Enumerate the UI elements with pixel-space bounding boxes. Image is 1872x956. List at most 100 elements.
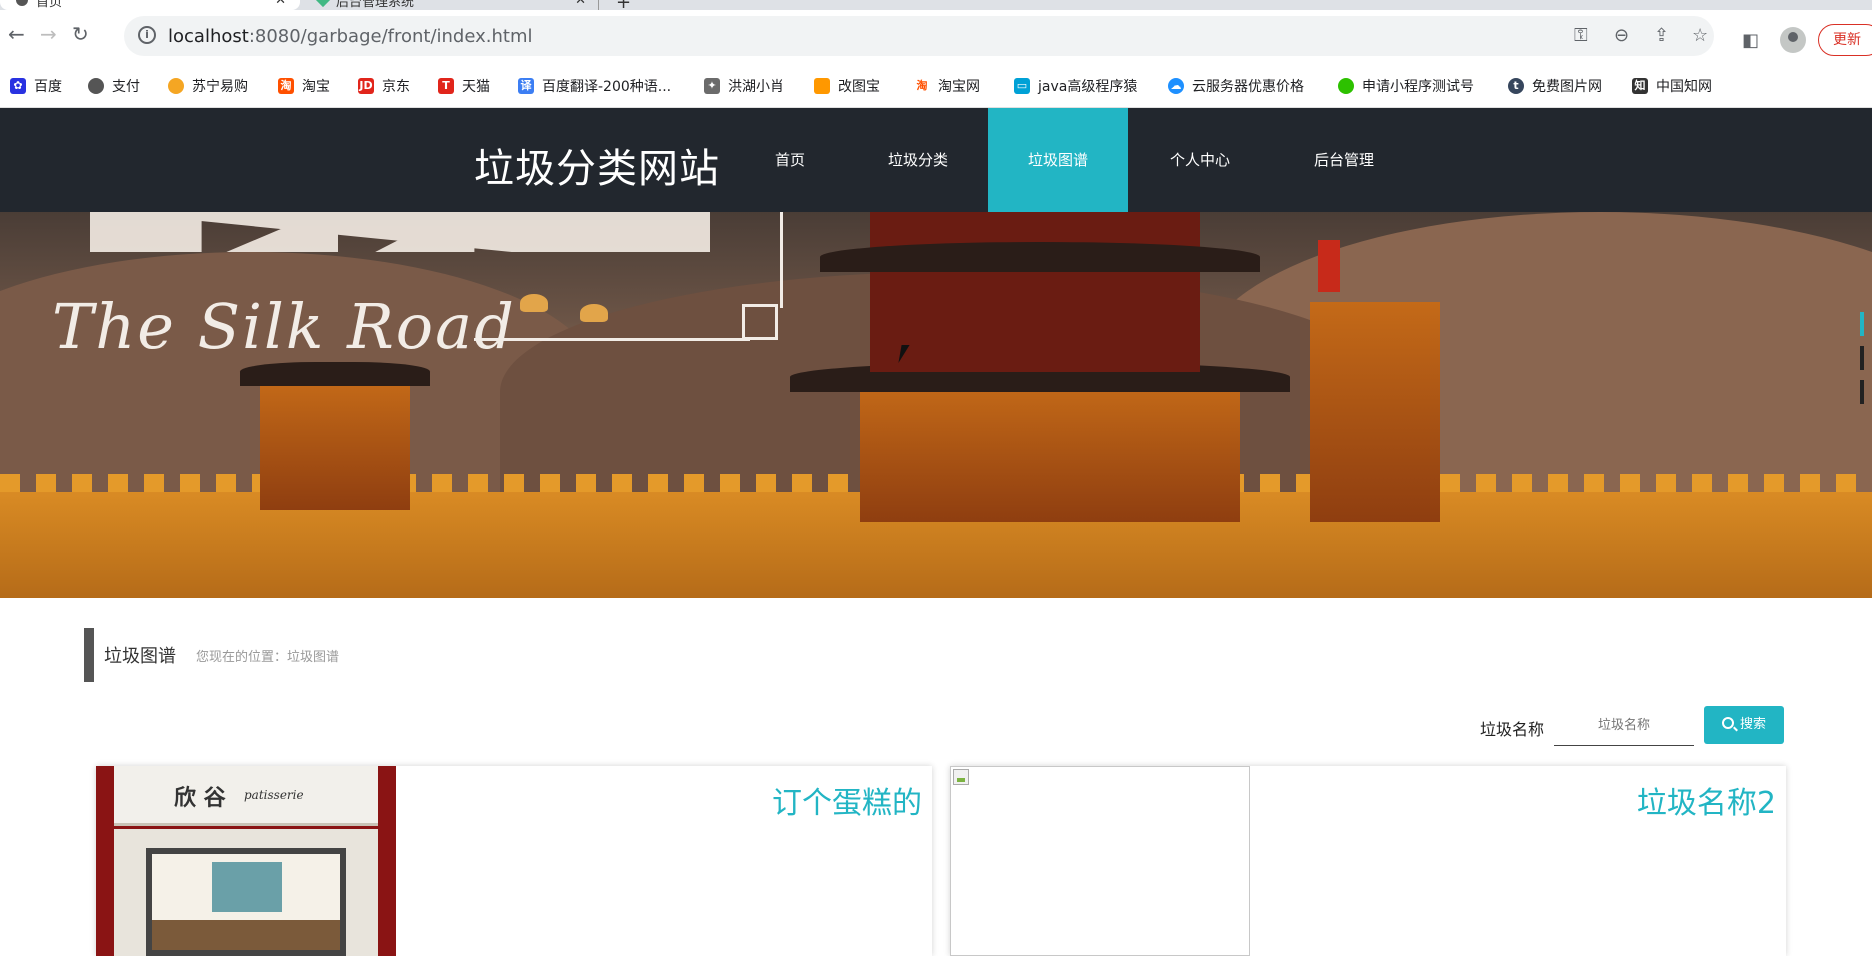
carousel-indicator[interactable] (1860, 380, 1864, 404)
globe-icon (88, 78, 104, 94)
shop-sign-text: 欣 谷 (174, 785, 226, 811)
hero-banner[interactable]: The Silk Road (0, 212, 1872, 598)
main-roof-upper (820, 242, 1260, 272)
bookmarks-bar: ✿ 百度 支付 苏宁易购 淘淘宝 JD 京东 T 天猫 译百度翻译-200种语... … (0, 64, 1872, 108)
shop-sign-subtext: patisserie (244, 788, 304, 802)
bookmark-item[interactable]: T 天猫 (438, 76, 490, 96)
bookmark-item[interactable]: 知中国知网 (1632, 76, 1712, 96)
garbage-card[interactable]: 垃圾名称2 (950, 766, 1786, 956)
site-header: 垃圾分类网站 首页 垃圾分类 垃圾图谱 个人中心 后台管理 (0, 108, 1872, 212)
bookmark-item[interactable]: 淘淘宝网 (914, 76, 980, 96)
carousel-indicator-active[interactable] (1860, 312, 1864, 336)
back-icon[interactable]: ← (8, 24, 25, 44)
profile-avatar-icon[interactable] (1780, 27, 1806, 53)
card-image[interactable] (950, 766, 1250, 956)
url-text[interactable]: localhost:8080/garbage/front/index.html (168, 26, 532, 47)
camel-icon (520, 294, 548, 312)
nav-item-classification[interactable]: 垃圾分类 (862, 108, 974, 212)
search-input[interactable] (1554, 706, 1694, 746)
tab-title: 后台管理系统 (336, 0, 415, 10)
bookmark-item[interactable]: ☁ 云服务器优惠价格 (1168, 76, 1304, 96)
right-fortress (1310, 302, 1440, 522)
lion-icon (168, 78, 184, 94)
bookmark-item[interactable]: 申请小程序测试号 (1338, 76, 1474, 96)
tumblr-icon: t (1508, 78, 1524, 94)
share-icon[interactable]: ⇪ (1654, 25, 1669, 46)
close-tab-icon[interactable]: ✕ (575, 0, 586, 8)
bookmark-item[interactable]: ✦ 洪湖小肖 (704, 76, 784, 96)
tmall-icon: T (438, 78, 454, 94)
forward-icon[interactable]: → (40, 24, 57, 44)
nav-item-user-center[interactable]: 个人中心 (1144, 108, 1256, 212)
browser-tab-admin[interactable]: 后台管理系统 ✕ (300, 0, 600, 10)
nav-item-home[interactable]: 首页 (734, 108, 846, 212)
camel-icon (580, 304, 608, 322)
close-tab-icon[interactable]: ✕ (275, 0, 286, 8)
banner-chinese-calligraphy (90, 212, 710, 252)
update-button[interactable]: 更新 (1818, 24, 1872, 56)
cloud-icon: ☁ (1168, 78, 1184, 94)
section-title-bar (84, 628, 94, 682)
zoom-icon[interactable]: ⊖ (1614, 25, 1629, 46)
section-title: 垃圾图谱 (104, 646, 176, 667)
card-image[interactable]: 欣 谷 patisserie (96, 766, 396, 956)
tab-separator (598, 0, 599, 10)
shop-sign: 欣 谷 patisserie (114, 766, 378, 826)
key-icon[interactable]: ⚿ (1574, 25, 1588, 46)
banner-decor-line (474, 338, 750, 341)
search-button[interactable]: 搜索 (1704, 706, 1784, 744)
main-tower-upper (870, 212, 1200, 372)
taobao-icon: 淘 (278, 78, 294, 94)
site-favicon-icon (16, 0, 28, 6)
broken-image-icon (953, 769, 969, 785)
new-tab-icon[interactable]: + (616, 0, 631, 10)
search-label: 垃圾名称 (1480, 720, 1545, 739)
image-edit-icon (814, 78, 830, 94)
carousel-indicator[interactable] (1860, 346, 1864, 370)
side-panel-icon[interactable]: ◧ (1742, 30, 1759, 51)
nav-item-garbage-map[interactable]: 垃圾图谱 (988, 108, 1128, 212)
left-tower (260, 380, 410, 510)
bookmark-star-icon[interactable]: ☆ (1692, 25, 1708, 46)
vue-favicon-icon (315, 0, 331, 8)
jd-icon: JD (358, 78, 374, 94)
nav-item-admin[interactable]: 后台管理 (1288, 108, 1400, 212)
search-icon (1721, 717, 1734, 729)
bookmark-item[interactable]: 译百度翻译-200种语... (518, 76, 671, 96)
bird-icon: ✦ (704, 78, 720, 94)
address-bar[interactable]: i localhost:8080/garbage/front/index.htm… (124, 16, 1714, 56)
garbage-card[interactable]: 欣 谷 patisserie 订个蛋糕的 (96, 766, 932, 956)
browser-toolbar: ← → ↻ i localhost:8080/garbage/front/ind… (0, 10, 1872, 64)
bookmark-item[interactable]: 支付 (88, 76, 140, 96)
shop-window (146, 848, 346, 956)
card-title[interactable]: 订个蛋糕的 (772, 778, 922, 822)
banner-flag (1318, 240, 1340, 292)
bookmark-item[interactable]: t 免费图片网 (1508, 76, 1602, 96)
site-title[interactable]: 垃圾分类网站 (474, 136, 720, 194)
taobao-icon: 淘 (914, 78, 930, 94)
translate-icon: 译 (518, 78, 534, 94)
shop-photo: 欣 谷 patisserie (96, 766, 396, 956)
browser-tab-strip: 首页 ✕ 后台管理系统 ✕ + (0, 0, 1872, 10)
bilibili-icon: ▭ (1014, 78, 1030, 94)
card-title[interactable]: 垃圾名称2 (1637, 778, 1776, 822)
wechat-icon (1338, 78, 1354, 94)
baidu-icon: ✿ (10, 78, 26, 94)
banner-decor-line (780, 212, 783, 308)
site-info-icon[interactable]: i (138, 26, 156, 44)
tab-title: 首页 (36, 0, 63, 10)
bookmark-item[interactable]: 淘淘宝 (278, 76, 330, 96)
bookmark-item[interactable]: 改图宝 (814, 76, 880, 96)
browser-tab-home[interactable]: 首页 ✕ (0, 0, 300, 10)
reload-icon[interactable]: ↻ (72, 24, 89, 44)
bookmark-item[interactable]: 苏宁易购 (168, 76, 248, 96)
chinese-knot-icon (742, 304, 778, 340)
left-tower-roof (240, 362, 430, 386)
breadcrumb: 您现在的位置：垃圾图谱 (196, 650, 340, 665)
bookmark-item[interactable]: ▭ java高级程序猿 (1014, 76, 1137, 96)
main-tower-base (860, 382, 1240, 522)
cnki-icon: 知 (1632, 78, 1648, 94)
bookmark-item[interactable]: ✿ 百度 (10, 76, 62, 96)
banner-subtitle: The Silk Road (52, 290, 516, 363)
bookmark-item[interactable]: JD 京东 (358, 76, 410, 96)
